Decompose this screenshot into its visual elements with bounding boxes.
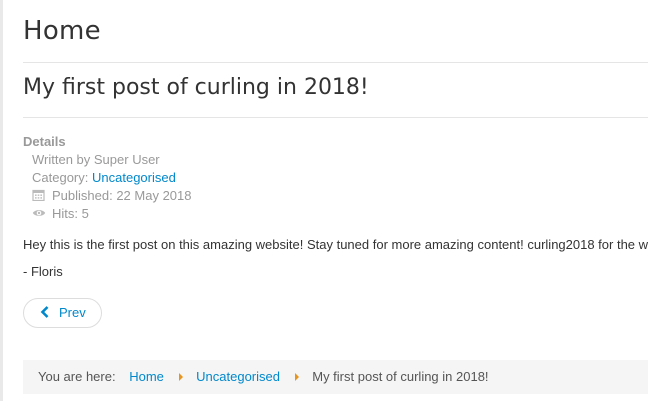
category-link[interactable]: Uncategorised [92, 170, 176, 185]
hits-text: Hits: 5 [52, 206, 89, 221]
article-signature: - Floris [23, 264, 63, 279]
author-text: Written by Super User [32, 152, 160, 167]
eye-icon [32, 206, 46, 218]
page: Home My first post of curling in 2018! D… [0, 0, 648, 401]
breadcrumb-category-link[interactable]: Uncategorised [196, 369, 280, 384]
page-title: Home [23, 16, 101, 46]
prev-label: Prev [59, 305, 86, 320]
page-header: Home [23, 0, 648, 63]
caret-right-icon [178, 361, 184, 381]
details-published: Published: 22 May 2018 [23, 187, 648, 205]
category-label: Category: [32, 170, 89, 185]
chevron-left-icon [40, 300, 50, 318]
breadcrumb-current: My first post of curling in 2018! [312, 369, 489, 384]
article-paragraph: Hey this is the first post on this amazi… [23, 237, 648, 252]
details-heading: Details [23, 134, 66, 149]
breadcrumb: You are here: Home Uncategorised My firs… [23, 360, 648, 394]
breadcrumb-home-link[interactable]: Home [129, 369, 164, 384]
left-border [0, 0, 3, 401]
calendar-icon [32, 188, 46, 202]
caret-right-icon [294, 361, 300, 381]
details-category: Category: Uncategorised [23, 169, 648, 187]
prev-button[interactable]: Prev [23, 298, 102, 328]
breadcrumb-lead: You are here: [38, 369, 116, 384]
published-text: Published: 22 May 2018 [52, 188, 192, 203]
article-body: Hey this is the first post on this amazi… [23, 236, 648, 281]
article-header: My first post of curling in 2018! [23, 63, 648, 118]
main-content: Home My first post of curling in 2018! D… [23, 0, 648, 328]
article-details: Details Written by Super User Category: … [23, 133, 648, 223]
details-hits: Hits: 5 [23, 205, 648, 223]
article-title: My first post of curling in 2018! [23, 75, 369, 100]
pager: Prev [23, 298, 648, 328]
details-author: Written by Super User [23, 151, 648, 169]
